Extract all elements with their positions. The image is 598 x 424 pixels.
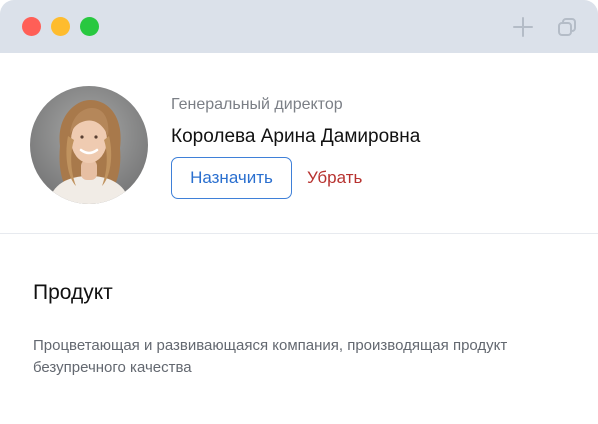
app-window: Генеральный директор Королева Арина Дами… [0,0,598,424]
profile-actions: Назначить Убрать [171,157,420,199]
job-title: Генеральный директор [171,96,343,113]
titlebar-actions [512,16,578,38]
remove-button[interactable]: Убрать [307,168,362,188]
add-icon[interactable] [512,16,534,38]
duplicate-icon[interactable] [556,16,578,38]
window-controls [22,17,99,36]
section-description: Процветающая и развивающаяся компания, п… [33,337,508,376]
maximize-window-button[interactable] [80,17,99,36]
person-name: Королева Арина Дамировна [171,126,421,147]
title-bar [0,0,598,53]
profile-card: Генеральный директор Королева Арина Дами… [0,53,598,234]
assign-button[interactable]: Назначить [171,157,292,199]
section-title: Продукт [33,281,113,304]
close-window-button[interactable] [22,17,41,36]
profile-info: Генеральный директор Королева Арина Дами… [171,95,420,199]
minimize-window-button[interactable] [51,17,70,36]
avatar [30,86,148,204]
